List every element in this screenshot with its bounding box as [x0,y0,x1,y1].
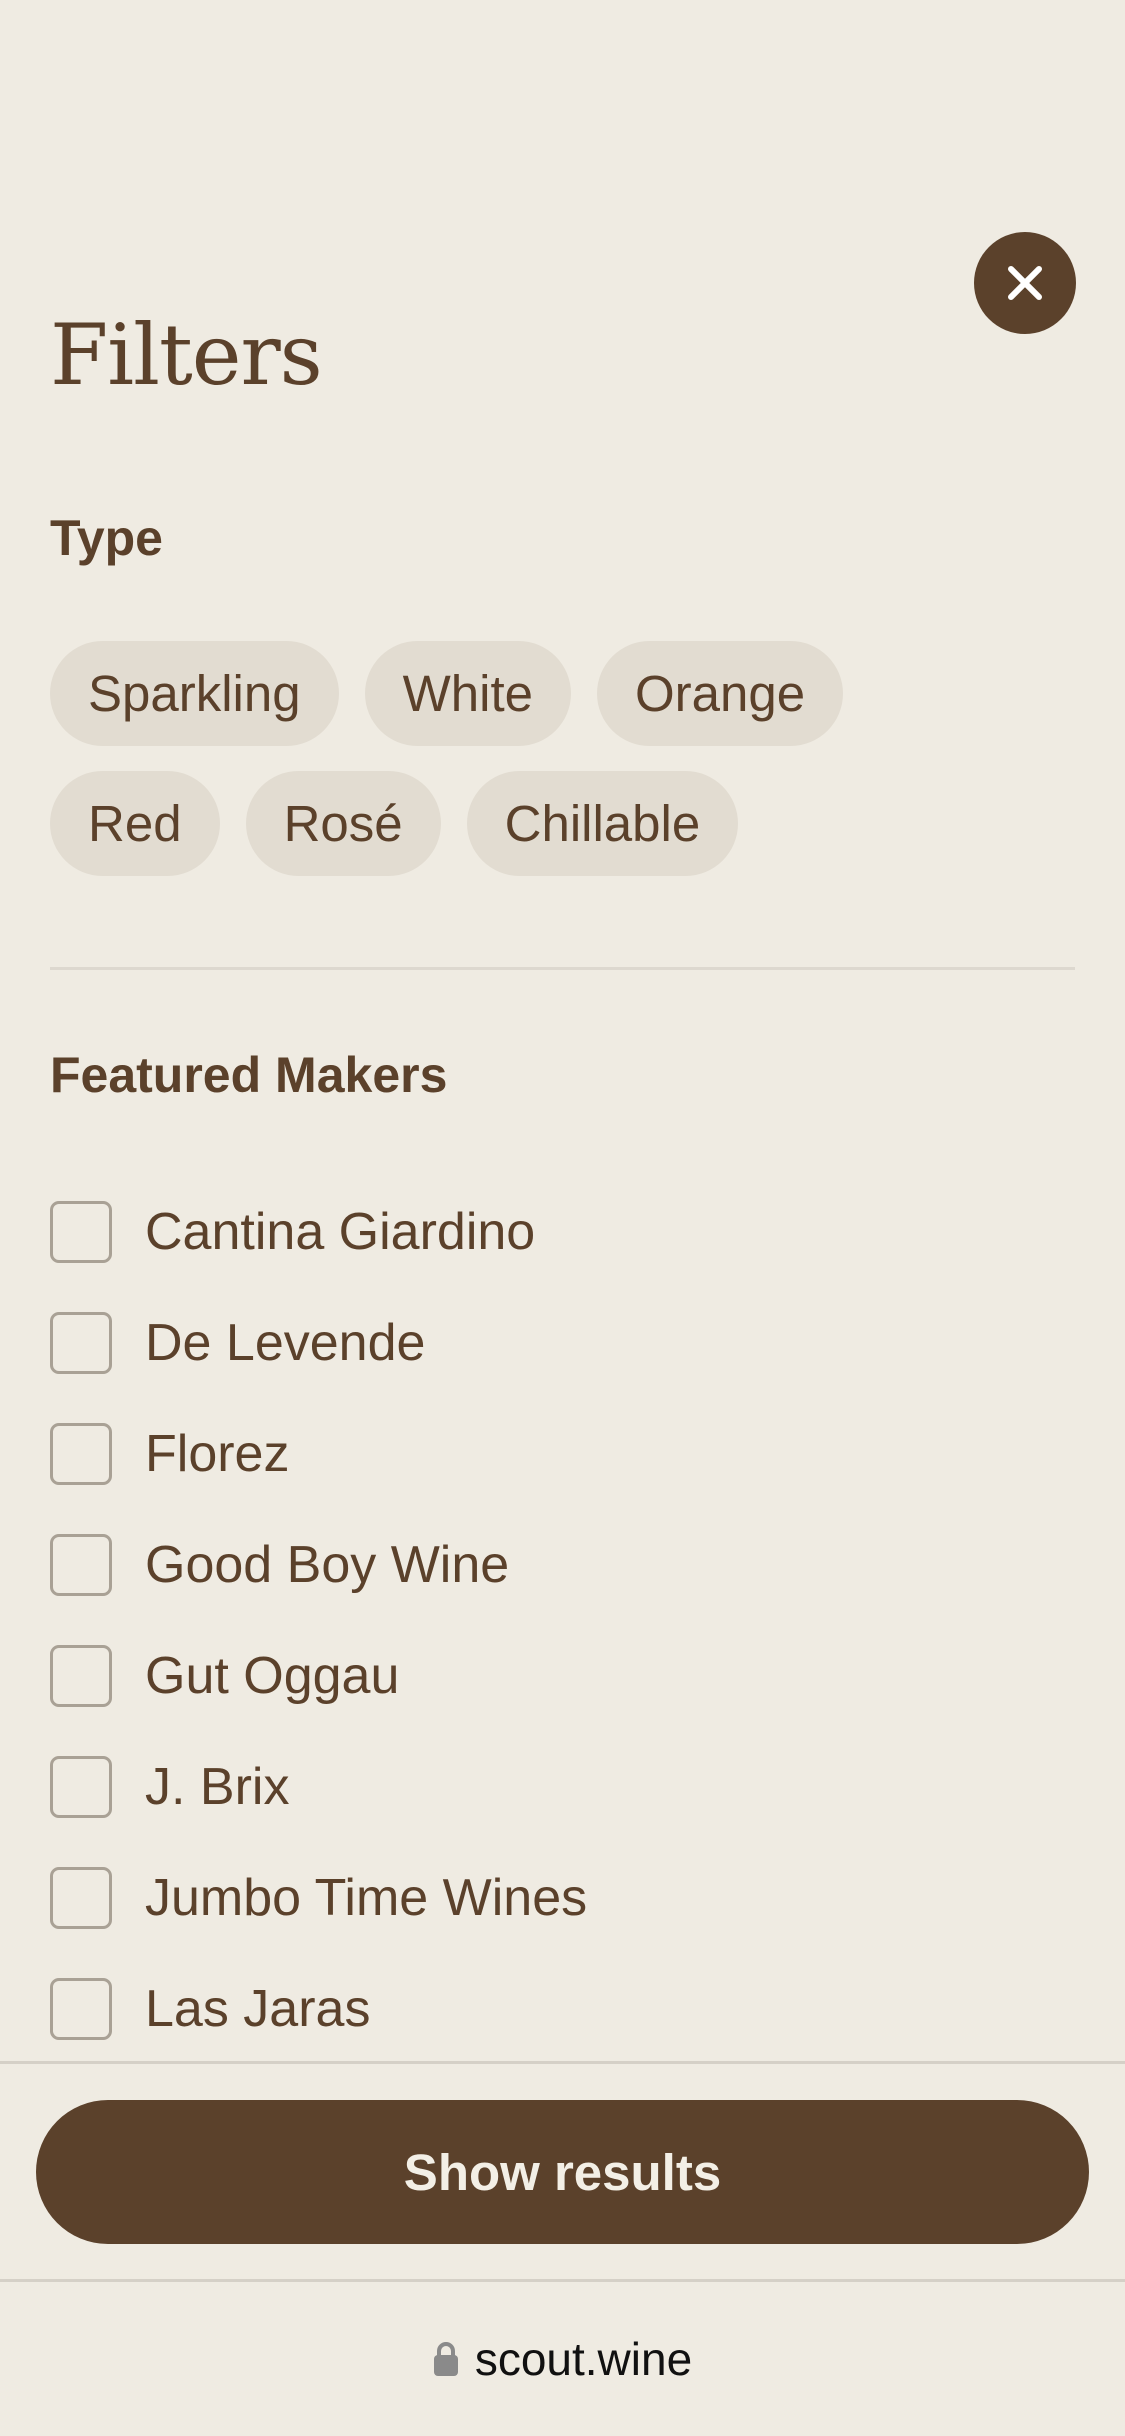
checkbox[interactable] [50,1422,112,1485]
maker-item-j-brix[interactable]: J. Brix [50,1731,1080,1842]
makers-section-heading: Featured Makers [50,1047,448,1103]
maker-label: Good Boy Wine [145,1535,510,1594]
checkbox[interactable] [50,1311,112,1374]
page-title: Filters [50,306,323,404]
url-display[interactable]: scout.wine [0,2332,1125,2386]
footer-divider [0,2061,1125,2064]
maker-label: Gut Oggau [145,1646,400,1705]
chip-chillable[interactable]: Chillable [466,771,739,876]
chip-sparkling[interactable]: Sparkling [50,641,339,746]
maker-label: Cantina Giardino [145,1202,536,1261]
show-results-button[interactable]: Show results [36,2100,1089,2244]
lock-icon [433,2342,458,2376]
maker-label: Florez [145,1424,290,1483]
maker-item-las-jaras[interactable]: Las Jaras [50,1953,1080,2064]
checkbox[interactable] [50,1644,112,1707]
maker-label: J. Brix [145,1757,290,1816]
chip-rose[interactable]: Rosé [245,771,441,876]
url-text: scout.wine [474,2333,693,2385]
maker-item-jumbo-time-wines[interactable]: Jumbo Time Wines [50,1842,1080,1953]
checkbox[interactable] [50,1200,112,1263]
checkbox[interactable] [50,1755,112,1818]
browser-address-bar: scout.wine [0,2279,1125,2436]
chip-white[interactable]: White [364,641,571,746]
close-button[interactable] [974,232,1076,334]
chip-red[interactable]: Red [50,771,220,876]
maker-label: Las Jaras [145,1979,371,2038]
maker-label: De Levende [145,1313,426,1372]
checkbox[interactable] [50,1533,112,1596]
maker-item-cantina-giardino[interactable]: Cantina Giardino [50,1176,1080,1287]
type-section-heading: Type [50,510,163,566]
checkbox[interactable] [50,1977,112,2040]
maker-item-de-levende[interactable]: De Levende [50,1287,1080,1398]
type-chip-group: Sparkling White Orange Red Rosé Chillabl… [50,641,1080,901]
maker-item-florez[interactable]: Florez [50,1398,1080,1509]
maker-item-good-boy-wine[interactable]: Good Boy Wine [50,1509,1080,1620]
close-icon [1008,266,1042,300]
chip-orange[interactable]: Orange [597,641,844,746]
maker-label: Jumbo Time Wines [145,1868,588,1927]
maker-item-gut-oggau[interactable]: Gut Oggau [50,1620,1080,1731]
checkbox[interactable] [50,1866,112,1929]
section-divider [50,967,1075,970]
makers-list: Cantina Giardino De Levende Florez Good … [50,1176,1080,2064]
